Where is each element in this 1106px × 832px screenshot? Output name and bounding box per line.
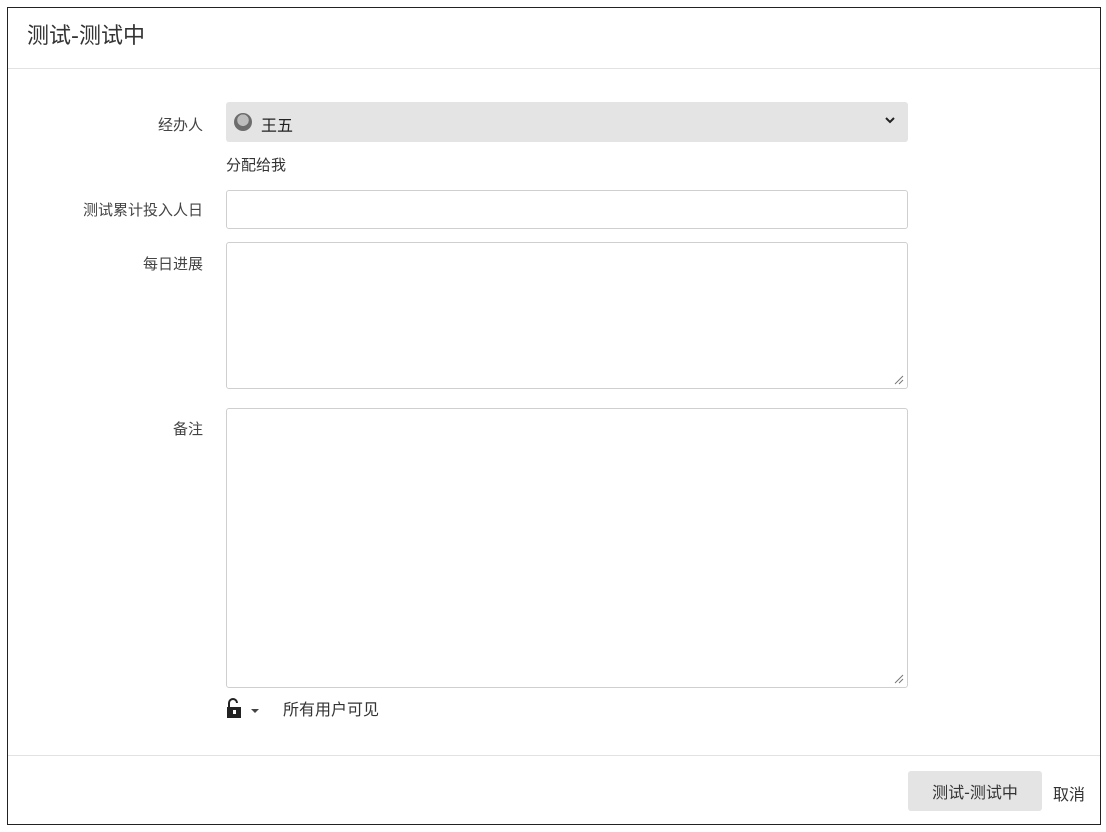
assignee-value: 王五 <box>261 116 294 135</box>
chevron-down-icon <box>885 117 895 124</box>
assignee-label: 经办人 <box>157 116 203 134</box>
user-avatar-icon <box>234 113 252 131</box>
comment-security-dropdown[interactable] <box>226 698 266 720</box>
progress-textarea[interactable] <box>226 242 908 389</box>
dialog-header: 测试-测试中 <box>8 8 1100 69</box>
transition-dialog: 测试-测试中 经办人 王五 分配给我 测试累计投入人日 每日进展 备注 所有用户… <box>7 7 1101 825</box>
resize-grip-icon[interactable] <box>894 375 904 385</box>
progress-label: 每日进展 <box>142 255 203 273</box>
assignee-select[interactable]: 王五 <box>226 102 908 142</box>
visibility-text: 所有用户可见 <box>283 700 380 719</box>
resize-grip-icon[interactable] <box>894 674 904 684</box>
comment-label: 备注 <box>172 420 203 438</box>
submit-button[interactable]: 测试-测试中 <box>908 771 1042 811</box>
dialog-title: 测试-测试中 <box>27 24 145 49</box>
assign-to-me-link[interactable]: 分配给我 <box>226 154 286 175</box>
effort-label: 测试累计投入人日 <box>82 201 203 219</box>
cancel-button[interactable]: 取消 <box>1053 781 1085 805</box>
effort-input[interactable] <box>226 190 908 229</box>
unlock-icon <box>227 698 259 718</box>
comment-textarea[interactable] <box>226 408 908 688</box>
